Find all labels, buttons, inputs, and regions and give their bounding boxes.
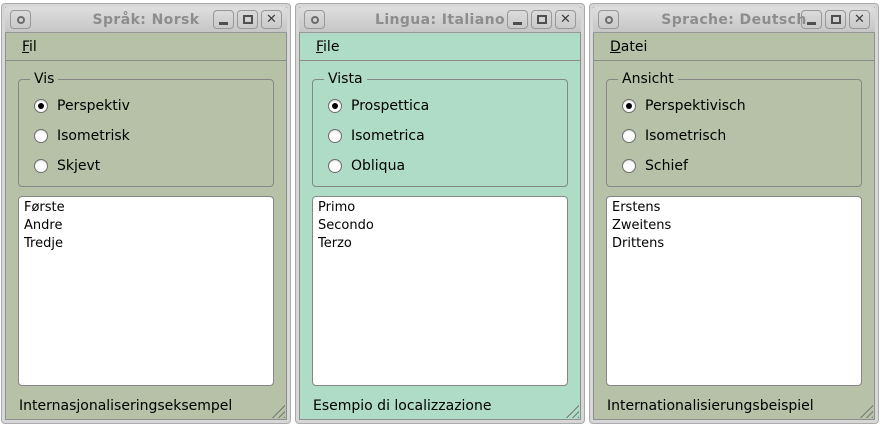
radio-option-isometric[interactable]: Isometrisch (622, 125, 861, 147)
radio-label: Isometrica (351, 128, 425, 144)
groupbox-label: Vis (30, 71, 58, 87)
titlebar[interactable]: Sprache: Deutsch ✕ (593, 7, 875, 33)
close-icon: ✕ (266, 13, 277, 26)
radio-option-oblique[interactable]: Obliqua (328, 155, 567, 177)
window-controls: ✕ (507, 10, 576, 29)
radio-label: Skjevt (57, 158, 100, 174)
radio-label: Prospettica (351, 98, 429, 114)
list-item[interactable]: Drittens (612, 235, 856, 253)
list-item[interactable]: Andre (24, 217, 268, 235)
status-bar: Internasjonaliseringseksempel (5, 391, 287, 420)
window-deutsch: Sprache: Deutsch ✕ Datei Ansicht Perspek… (590, 4, 878, 423)
list-item[interactable]: Secondo (318, 217, 562, 235)
window-controls: ✕ (801, 10, 870, 29)
close-button[interactable]: ✕ (261, 10, 282, 29)
close-icon: ✕ (560, 13, 571, 26)
radio-unselected-icon[interactable] (622, 159, 636, 173)
radio-unselected-icon[interactable] (328, 159, 342, 173)
titlebar[interactable]: Språk: Norsk ✕ (5, 7, 287, 33)
menu-bar: File (299, 33, 581, 61)
radio-label: Isometrisk (57, 128, 130, 144)
list-item[interactable]: Første (24, 199, 268, 217)
view-groupbox: Ansicht Perspektivisch Isometrisch Schie… (606, 79, 862, 187)
radio-unselected-icon[interactable] (622, 129, 636, 143)
radio-option-isometric[interactable]: Isometrica (328, 125, 567, 147)
minimize-icon (807, 22, 816, 25)
radio-label: Schief (645, 158, 688, 174)
items-listbox[interactable]: Første Andre Tredje (18, 196, 274, 386)
radio-option-perspective[interactable]: Perspektiv (34, 95, 273, 117)
radio-dot (626, 103, 632, 109)
minimize-button[interactable] (801, 10, 822, 29)
maximize-icon (831, 15, 841, 24)
radio-label: Obliqua (351, 158, 405, 174)
radio-option-isometric[interactable]: Isometrisk (34, 125, 273, 147)
items-listbox[interactable]: Erstens Zweitens Drittens (606, 196, 862, 386)
radio-label: Perspektiv (57, 98, 130, 114)
titlebar[interactable]: Lingua: Italiano ✕ (299, 7, 581, 33)
radio-selected-icon[interactable] (622, 99, 636, 113)
window-menu-button[interactable] (304, 10, 325, 29)
radio-option-oblique[interactable]: Skjevt (34, 155, 273, 177)
view-groupbox: Vista Prospettica Isometrica Obliqua (312, 79, 568, 187)
radio-option-perspective[interactable]: Perspektivisch (622, 95, 861, 117)
radio-label: Perspektivisch (645, 98, 746, 114)
radio-unselected-icon[interactable] (328, 129, 342, 143)
items-listbox[interactable]: Primo Secondo Terzo (312, 196, 568, 386)
circle-icon (17, 16, 25, 24)
window-content: Vis Perspektiv Isometrisk Skjevt Første … (5, 61, 287, 391)
maximize-button[interactable] (531, 10, 552, 29)
close-icon: ✕ (854, 13, 865, 26)
radio-unselected-icon[interactable] (34, 159, 48, 173)
window-menu-button[interactable] (598, 10, 619, 29)
minimize-icon (513, 22, 522, 25)
circle-icon (605, 16, 613, 24)
window-norsk: Språk: Norsk ✕ Fil Vis Perspektiv Isomet… (2, 4, 290, 423)
view-groupbox: Vis Perspektiv Isometrisk Skjevt (18, 79, 274, 187)
list-item[interactable]: Tredje (24, 235, 268, 253)
resize-grip-icon[interactable] (564, 403, 579, 418)
radio-dot (332, 103, 338, 109)
status-text: Internationalisierungsbeispiel (607, 398, 814, 414)
status-bar: Internationalisierungsbeispiel (593, 391, 875, 420)
menu-bar: Datei (593, 33, 875, 61)
resize-grip-icon[interactable] (858, 403, 873, 418)
resize-grip-icon[interactable] (270, 403, 285, 418)
status-text: Internasjonaliseringseksempel (19, 398, 232, 414)
window-italiano: Lingua: Italiano ✕ File Vista Prospettic… (296, 4, 584, 423)
list-item[interactable]: Primo (318, 199, 562, 217)
maximize-icon (243, 15, 253, 24)
window-content: Ansicht Perspektivisch Isometrisch Schie… (593, 61, 875, 391)
radio-option-perspective[interactable]: Prospettica (328, 95, 567, 117)
close-button[interactable]: ✕ (555, 10, 576, 29)
radio-selected-icon[interactable] (34, 99, 48, 113)
list-item[interactable]: Erstens (612, 199, 856, 217)
list-item[interactable]: Zweitens (612, 217, 856, 235)
groupbox-label: Vista (324, 71, 367, 87)
menu-file[interactable]: File (316, 39, 339, 55)
radio-option-oblique[interactable]: Schief (622, 155, 861, 177)
menu-bar: Fil (5, 33, 287, 61)
minimize-button[interactable] (507, 10, 528, 29)
maximize-button[interactable] (825, 10, 846, 29)
maximize-button[interactable] (237, 10, 258, 29)
radio-selected-icon[interactable] (328, 99, 342, 113)
close-button[interactable]: ✕ (849, 10, 870, 29)
status-bar: Esempio di localizzazione (299, 391, 581, 420)
radio-label: Isometrisch (645, 128, 726, 144)
circle-icon (311, 16, 319, 24)
maximize-icon (537, 15, 547, 24)
menu-file[interactable]: Fil (22, 39, 37, 55)
menu-file[interactable]: Datei (610, 39, 647, 55)
list-item[interactable]: Terzo (318, 235, 562, 253)
minimize-button[interactable] (213, 10, 234, 29)
minimize-icon (219, 22, 228, 25)
window-menu-button[interactable] (10, 10, 31, 29)
status-text: Esempio di localizzazione (313, 398, 492, 414)
window-content: Vista Prospettica Isometrica Obliqua Pri… (299, 61, 581, 391)
window-controls: ✕ (213, 10, 282, 29)
radio-unselected-icon[interactable] (34, 129, 48, 143)
radio-dot (38, 103, 44, 109)
groupbox-label: Ansicht (618, 71, 678, 87)
